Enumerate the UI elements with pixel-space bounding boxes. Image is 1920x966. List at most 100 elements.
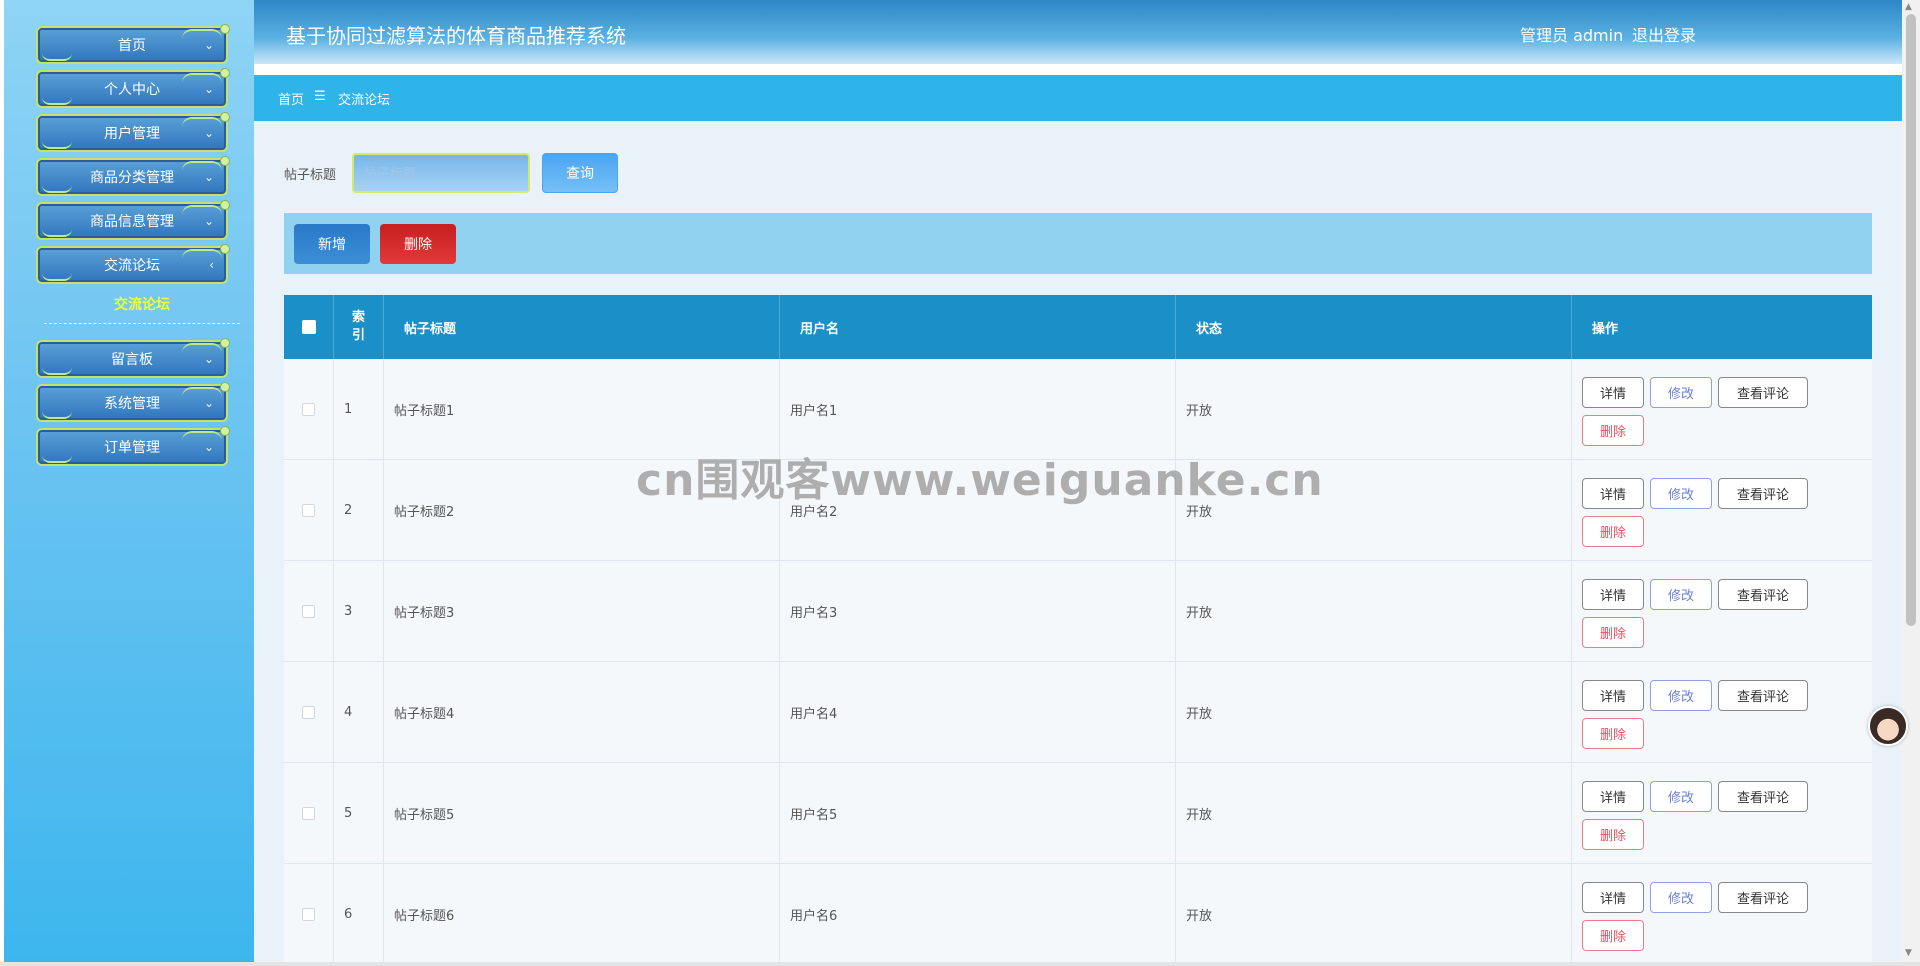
row-actions: 详情 修改 查看评论删除 (1572, 662, 1872, 763)
chevron-down-icon: ⌄ (203, 214, 214, 228)
table-header: 索引 帖子标题 用户名 状态 操作 (284, 295, 1872, 359)
logout-link[interactable]: 退出登录 (1632, 22, 1696, 46)
sidebar-item-5[interactable]: 商品信息管理 ⌄ (36, 200, 230, 240)
sidebar-item-label: 首页 (118, 38, 146, 54)
sidebar-item-label: 用户管理 (104, 126, 160, 142)
edit-button[interactable]: 修改 (1650, 478, 1712, 509)
chevron-down-icon: ⌄ (203, 126, 214, 140)
delete-button[interactable]: 删除 (1582, 920, 1644, 951)
row-index: 4 (334, 662, 384, 763)
delete-button[interactable]: 删除 (1582, 516, 1644, 547)
breadcrumb: 首页 ☰ 交流论坛 (254, 75, 1902, 121)
row-checkbox[interactable] (302, 605, 315, 618)
row-index: 1 (334, 359, 384, 460)
ornament-icon (182, 117, 222, 127)
row-actions: 详情 修改 查看评论删除 (1572, 864, 1872, 965)
scroll-up-arrow-icon[interactable]: ▲ (1905, 2, 1912, 12)
delete-button[interactable]: 删除 (1582, 718, 1644, 749)
row-status: 开放 (1176, 763, 1572, 864)
row-checkbox[interactable] (302, 807, 315, 820)
row-username: 用户名5 (780, 763, 1176, 864)
ornament-icon (42, 455, 72, 463)
select-all-checkbox[interactable] (301, 320, 316, 334)
sidebar-item-label: 商品信息管理 (90, 214, 174, 230)
sidebar-item-9[interactable]: 订单管理 ⌄ (36, 426, 230, 466)
sidebar-item-3[interactable]: 用户管理 ⌄ (36, 112, 230, 152)
row-actions: 详情 修改 查看评论删除 (1572, 561, 1872, 662)
detail-button[interactable]: 详情 (1582, 882, 1644, 913)
row-status: 开放 (1176, 561, 1572, 662)
view-comments-button[interactable]: 查看评论 (1718, 377, 1808, 408)
row-checkbox[interactable] (302, 706, 315, 719)
row-status: 开放 (1176, 864, 1572, 965)
sidebar-item-1[interactable]: 首页 ⌄ (36, 24, 230, 64)
table-row: 4 帖子标题4 用户名4 开放 详情 修改 查看评论 删除 (284, 662, 1872, 763)
assistant-avatar[interactable] (1868, 706, 1908, 746)
top-header: 基于协同过滤算法的体育商品推荐系统 管理员 admin 退出登录 (254, 0, 1902, 64)
table-row: 5 帖子标题5 用户名5 开放 详情 修改 查看评论 删除 (284, 763, 1872, 864)
edit-button[interactable]: 修改 (1650, 680, 1712, 711)
view-comments-button[interactable]: 查看评论 (1718, 579, 1808, 610)
row-checkbox-cell (284, 662, 334, 763)
edit-button[interactable]: 修改 (1650, 781, 1712, 812)
query-button[interactable]: 查询 (542, 153, 618, 193)
add-button[interactable]: 新增 (294, 224, 370, 264)
detail-button[interactable]: 详情 (1582, 377, 1644, 408)
edit-button[interactable]: 修改 (1650, 579, 1712, 610)
table-row: 6 帖子标题6 用户名6 开放 详情 修改 查看评论 删除 (284, 864, 1872, 965)
delete-button[interactable]: 删除 (1582, 415, 1644, 446)
edit-button[interactable]: 修改 (1650, 377, 1712, 408)
detail-button[interactable]: 详情 (1582, 680, 1644, 711)
ornament-icon (42, 141, 72, 149)
sidebar-item-7[interactable]: 留言板 ⌄ (36, 338, 230, 378)
column-index-label: 索引 (351, 309, 365, 343)
ornament-dot-icon (220, 156, 230, 166)
sidebar-item-label: 个人中心 (104, 82, 160, 98)
batch-delete-button[interactable]: 删除 (380, 224, 456, 264)
view-comments-button[interactable]: 查看评论 (1718, 781, 1808, 812)
sidebar-item-4[interactable]: 商品分类管理 ⌄ (36, 156, 230, 196)
chevron-down-icon: ⌄ (203, 440, 214, 454)
column-index: 索引 (334, 295, 384, 359)
sidebar-item-2[interactable]: 个人中心 ⌄ (36, 68, 230, 108)
breadcrumb-home[interactable]: 首页 (278, 89, 304, 108)
sidebar-item-label: 交流论坛 (104, 258, 160, 274)
search-input[interactable] (352, 153, 530, 193)
ornament-icon (42, 229, 72, 237)
ornament-dot-icon (220, 112, 230, 122)
sidebar-submenu-forum[interactable]: 交流论坛 (44, 294, 240, 314)
row-checkbox-cell (284, 864, 334, 965)
detail-button[interactable]: 详情 (1582, 478, 1644, 509)
delete-button[interactable]: 删除 (1582, 617, 1644, 648)
sidebar-item-6[interactable]: 交流论坛 ‹ (36, 244, 230, 284)
scroll-down-arrow-icon[interactable]: ▼ (1905, 948, 1912, 958)
row-index: 5 (334, 763, 384, 864)
ornament-dot-icon (220, 338, 230, 348)
row-index: 3 (334, 561, 384, 662)
row-actions: 详情 修改 查看评论删除 (1572, 460, 1872, 561)
view-comments-button[interactable]: 查看评论 (1718, 882, 1808, 913)
detail-button[interactable]: 详情 (1582, 579, 1644, 610)
row-checkbox[interactable] (302, 403, 315, 416)
edit-button[interactable]: 修改 (1650, 882, 1712, 913)
row-checkbox[interactable] (302, 504, 315, 517)
scrollbar-thumb[interactable] (1906, 14, 1916, 626)
ornament-icon (42, 97, 72, 105)
ornament-dot-icon (220, 24, 230, 34)
view-comments-button[interactable]: 查看评论 (1718, 478, 1808, 509)
chevron-down-icon: ⌄ (203, 170, 214, 184)
row-title: 帖子标题4 (384, 662, 780, 763)
row-status: 开放 (1176, 662, 1572, 763)
ornament-icon (182, 161, 222, 171)
row-actions: 详情 修改 查看评论删除 (1572, 359, 1872, 460)
search-label: 帖子标题 (284, 168, 337, 183)
view-comments-button[interactable]: 查看评论 (1718, 680, 1808, 711)
row-checkbox[interactable] (302, 908, 315, 921)
sidebar-item-8[interactable]: 系统管理 ⌄ (36, 382, 230, 422)
delete-button[interactable]: 删除 (1582, 819, 1644, 850)
row-checkbox-cell (284, 460, 334, 561)
ornament-icon (182, 205, 222, 215)
row-username: 用户名3 (780, 561, 1176, 662)
row-title: 帖子标题3 (384, 561, 780, 662)
detail-button[interactable]: 详情 (1582, 781, 1644, 812)
